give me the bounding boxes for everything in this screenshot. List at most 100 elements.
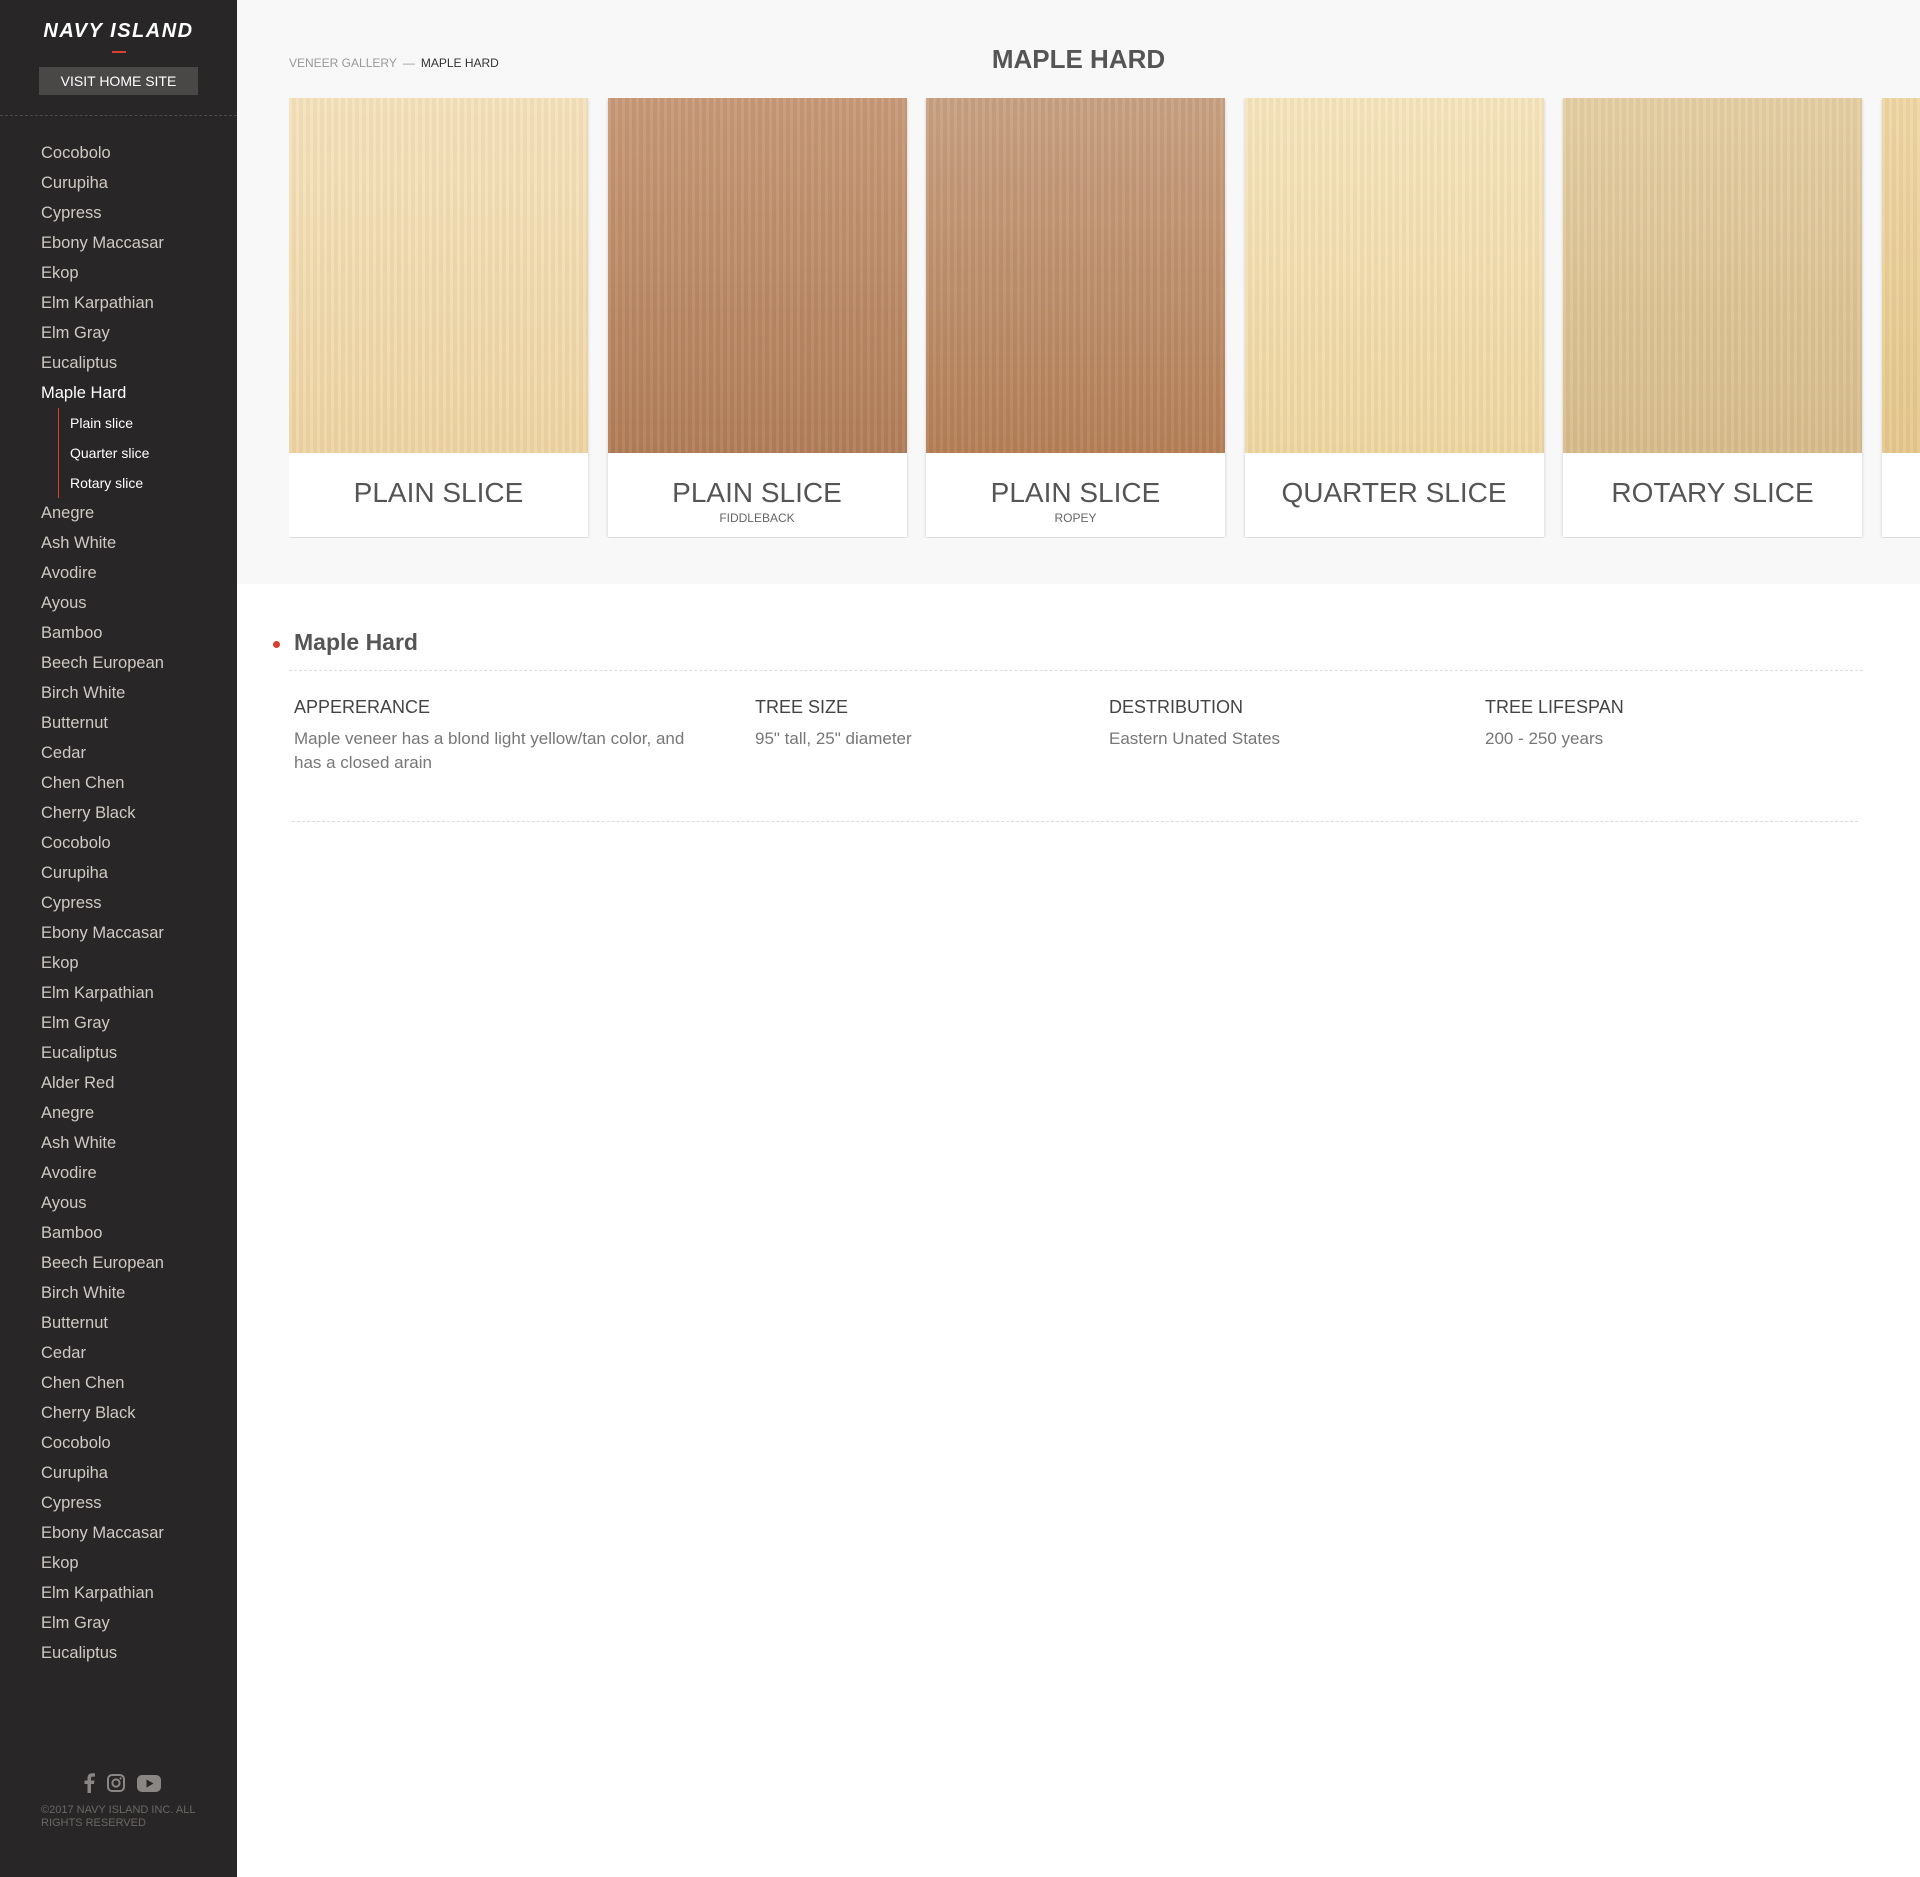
logo-accent-mark — [111, 51, 126, 53]
sidebar-item[interactable]: Ekop — [0, 948, 237, 978]
facebook-icon[interactable] — [84, 1772, 95, 1794]
sidebar-item[interactable]: Ayous — [0, 1188, 237, 1218]
divider — [292, 821, 1858, 822]
detail-appearance: APPERERANCE Maple veneer has a blond lig… — [294, 697, 694, 775]
species-nav: Cocobolo Curupiha Cypress Ebony Maccasar… — [0, 116, 237, 408]
sidebar-item[interactable]: Avodire — [0, 1158, 237, 1188]
divider — [289, 670, 1863, 671]
veneer-card-title — [1882, 453, 1920, 477]
detail-label: TREE LIFESPAN — [1485, 697, 1624, 717]
detail-label: TREE SIZE — [755, 697, 849, 717]
instagram-icon[interactable] — [107, 1772, 125, 1794]
veneer-card-caption: QUARTER SLICE — [1245, 453, 1544, 537]
submenu-item-plain-slice[interactable]: Plain slice — [70, 408, 237, 438]
sidebar: NAVY ISLAND VISIT HOME SITE Cocobolo Cur… — [0, 0, 237, 1877]
veneer-card-title: PLAIN SLICE — [672, 477, 842, 508]
page-title: MAPLE HARD — [991, 44, 1166, 74]
sidebar-item[interactable]: Birch White — [0, 678, 237, 708]
youtube-icon[interactable] — [137, 1772, 161, 1794]
detail-label: APPERERANCE — [294, 697, 431, 717]
sidebar-item[interactable]: Alder Red — [0, 1068, 237, 1098]
sidebar-item[interactable]: Bamboo — [0, 1218, 237, 1248]
sidebar-item[interactable]: Eucaliptus — [0, 348, 237, 378]
detail-value: Maple veneer has a blond light yellow/ta… — [294, 729, 685, 772]
detail-tree-size: TREE SIZE 95" tall, 25" diameter — [755, 697, 1075, 751]
veneer-card[interactable]: PLAIN SLICE FIDDLEBACK — [607, 98, 907, 537]
sidebar-item[interactable]: Ayous — [0, 588, 237, 618]
sidebar-item[interactable]: Birch White — [0, 1278, 237, 1308]
sidebar-item[interactable]: Eucaliptus — [0, 1638, 237, 1668]
sidebar-item[interactable]: Elm Gray — [0, 1008, 237, 1038]
sidebar-item[interactable]: Cypress — [0, 888, 237, 918]
sidebar-item[interactable]: Anegre — [0, 1098, 237, 1128]
visit-home-site-button[interactable]: VISIT HOME SITE — [39, 67, 198, 95]
veneer-card[interactable] — [1881, 98, 1920, 537]
sidebar-item[interactable]: Cypress — [0, 198, 237, 228]
veneer-card[interactable]: ROTARY SLICE — [1563, 98, 1862, 537]
gallery-panel: VENEER GALLERY — MAPLE HARD MAPLE HARD PLA… — [237, 0, 1920, 584]
sidebar-item[interactable]: Cocobolo — [0, 138, 237, 168]
sidebar-item[interactable]: Cocobolo — [0, 828, 237, 858]
veneer-card[interactable]: QUARTER SLICE — [1244, 98, 1544, 537]
sidebar-item[interactable]: Cedar — [0, 1338, 237, 1368]
sidebar-item[interactable]: Bamboo — [0, 618, 237, 648]
sidebar-item[interactable]: Cherry Black — [0, 1398, 237, 1428]
sidebar-item[interactable]: Chen Chen — [0, 1368, 237, 1398]
detail-distribution: DESTRIBUTION Eastern Unated States — [1109, 697, 1449, 751]
sidebar-item[interactable]: Ebony Maccasar — [0, 918, 237, 948]
sidebar-item[interactable]: Ekop — [0, 258, 237, 288]
veneer-card-subtitle: ROPEY — [1054, 511, 1097, 525]
sidebar-item[interactable]: Elm Gray — [0, 318, 237, 348]
veneer-card-caption — [1882, 453, 1920, 537]
veneer-card[interactable]: PLAIN SLICE ROPEY — [926, 98, 1225, 537]
veneer-card[interactable]: PLAIN SLICE — [289, 98, 588, 537]
detail-tree-lifespan: TREE LIFESPAN 200 - 250 years — [1485, 697, 1825, 751]
detail-value: 200 - 250 years — [1485, 729, 1604, 748]
brand-header: NAVY ISLAND VISIT HOME SITE — [0, 0, 237, 116]
veneer-card-title: PLAIN SLICE — [353, 477, 524, 508]
sidebar-item[interactable]: Elm Karpathian — [0, 978, 237, 1008]
veneer-card-carousel: PLAIN SLICE PLAIN SLICE FIDDLEBACK PLAIN SL… — [289, 98, 1920, 538]
sidebar-item[interactable]: Anegre — [0, 498, 237, 528]
veneer-swatch-image — [607, 98, 907, 453]
sidebar-item[interactable]: Elm Karpathian — [0, 1578, 237, 1608]
veneer-card-subtitle: FIDDLEBACK — [719, 511, 795, 525]
veneer-card-caption: PLAIN SLICE — [289, 453, 588, 537]
main-content: VENEER GALLERY — MAPLE HARD MAPLE HARD PLA… — [237, 0, 1920, 1877]
veneer-card-caption: PLAIN SLICE FIDDLEBACK — [608, 453, 907, 537]
social-links — [0, 1772, 237, 1794]
sidebar-item[interactable]: Beech European — [0, 648, 237, 678]
sidebar-item[interactable]: Elm Karpathian — [0, 288, 237, 318]
sidebar-item[interactable]: Eucaliptus — [0, 1038, 237, 1068]
sidebar-item[interactable]: Butternut — [0, 1308, 237, 1338]
submenu-item-rotary-slice[interactable]: Rotary slice — [70, 468, 237, 498]
navy-island-logo[interactable]: NAVY ISLAND — [0, 0, 237, 43]
sidebar-item[interactable]: Avodire — [0, 558, 237, 588]
sidebar-item[interactable]: Ash White — [0, 1128, 237, 1158]
sidebar-item[interactable]: Chen Chen — [0, 768, 237, 798]
sidebar-item[interactable]: Ebony Maccasar — [0, 1518, 237, 1548]
sidebar-item-maple-hard[interactable]: Maple Hard — [0, 378, 237, 408]
sidebar-item[interactable]: Ebony Maccasar — [0, 228, 237, 258]
sidebar-footer: ©2017 NAVY ISLAND INC. ALL RIGHTS RESERV… — [0, 1772, 237, 1877]
sidebar-item[interactable]: Butternut — [0, 708, 237, 738]
sidebar-item[interactable]: Curupiha — [0, 168, 237, 198]
veneer-card-title: PLAIN SLICE — [990, 477, 1161, 508]
sidebar-item[interactable]: Cherry Black — [0, 798, 237, 828]
copyright-text: ©2017 NAVY ISLAND INC. ALL RIGHTS RESERV… — [41, 1804, 196, 1829]
sidebar-item[interactable]: Beech European — [0, 1248, 237, 1278]
title-bullet — [273, 641, 280, 648]
sidebar-item[interactable]: Cedar — [0, 738, 237, 768]
sidebar-item[interactable]: Ekop — [0, 1548, 237, 1578]
sidebar-item[interactable]: Cypress — [0, 1488, 237, 1518]
species-title: Maple Hard — [294, 629, 418, 655]
submenu-item-quarter-slice[interactable]: Quarter slice — [70, 438, 237, 468]
maple-hard-submenu: Plain slice Quarter slice Rotary slice — [58, 408, 237, 498]
sidebar-item[interactable]: Curupiha — [0, 858, 237, 888]
sidebar-item[interactable]: Curupiha — [0, 1458, 237, 1488]
sidebar-item[interactable]: Elm Gray — [0, 1608, 237, 1638]
sidebar-item[interactable]: Cocobolo — [0, 1428, 237, 1458]
sidebar-item[interactable]: Ash White — [0, 528, 237, 558]
veneer-swatch-image — [1244, 98, 1544, 453]
species-nav-continued: Anegre Ash White Avodire Ayous Bamboo Beech E… — [0, 498, 237, 1668]
